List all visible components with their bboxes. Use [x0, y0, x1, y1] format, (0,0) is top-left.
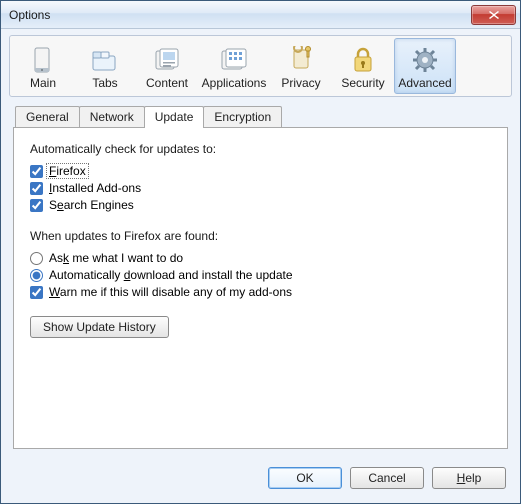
ok-button[interactable]: OK [268, 467, 342, 489]
toolbar-advanced-label: Advanced [398, 76, 451, 90]
tabstrip: General Network Update Encryption [13, 106, 508, 128]
toolbar-content-label: Content [146, 76, 188, 90]
help-button[interactable]: Help [432, 467, 506, 489]
tabs-area: General Network Update Encryption Automa… [13, 105, 508, 449]
toolbar-applications[interactable]: Applications [198, 38, 270, 94]
toolbar-advanced[interactable]: Advanced [394, 38, 456, 94]
security-icon [347, 45, 379, 75]
window-title: Options [9, 8, 471, 22]
tab-network[interactable]: Network [79, 106, 145, 128]
tabs-icon [89, 45, 121, 75]
toolbar-tabs-label: Tabs [92, 76, 117, 90]
check-search[interactable] [30, 199, 43, 212]
toolbar-security-label: Security [341, 76, 384, 90]
toolbar-main-label: Main [30, 76, 56, 90]
check-firefox-label[interactable]: Firefox [49, 164, 89, 178]
warn-disable[interactable] [30, 286, 43, 299]
radio-auto[interactable] [30, 269, 43, 282]
toolbar-content[interactable]: Content [136, 38, 198, 94]
cancel-button[interactable]: Cancel [350, 467, 424, 489]
radio-ask[interactable] [30, 252, 43, 265]
check-firefox[interactable] [30, 165, 43, 178]
radio-auto-row: Automatically download and install the u… [30, 268, 491, 282]
applications-icon [218, 45, 250, 75]
category-toolbar: Main Tabs Content Applications [12, 38, 509, 94]
check-addons[interactable] [30, 182, 43, 195]
toolbar-security[interactable]: Security [332, 38, 394, 94]
content-icon [151, 45, 183, 75]
check-firefox-row: Firefox [30, 164, 491, 178]
toolbar-privacy[interactable]: Privacy [270, 38, 332, 94]
auto-check-label: Automatically check for updates to: [30, 142, 491, 156]
toolbar-privacy-label: Privacy [281, 76, 320, 90]
found-label: When updates to Firefox are found: [30, 229, 491, 243]
toolbar-main[interactable]: Main [12, 38, 74, 94]
options-window: Options Main Tabs [0, 0, 521, 504]
close-icon [489, 11, 499, 19]
show-update-history-button[interactable]: Show Update History [30, 316, 169, 338]
check-addons-row: Installed Add-ons [30, 181, 491, 195]
advanced-icon [409, 45, 441, 75]
titlebar: Options [1, 1, 520, 29]
warn-disable-label[interactable]: Warn me if this will disable any of my a… [49, 285, 292, 299]
tab-encryption[interactable]: Encryption [203, 106, 282, 128]
dialog-footer: OK Cancel Help [268, 467, 506, 489]
privacy-icon [285, 45, 317, 75]
close-button[interactable] [471, 5, 516, 25]
toolbar-tabs[interactable]: Tabs [74, 38, 136, 94]
warn-disable-row: Warn me if this will disable any of my a… [30, 285, 491, 299]
category-toolbar-frame: Main Tabs Content Applications [9, 35, 512, 97]
tab-update[interactable]: Update [144, 106, 205, 128]
toolbar-applications-label: Applications [202, 76, 267, 90]
main-icon [27, 45, 59, 75]
check-search-row: Search Engines [30, 198, 491, 212]
radio-ask-label[interactable]: Ask me what I want to do [49, 251, 183, 265]
radio-ask-row: Ask me what I want to do [30, 251, 491, 265]
update-panel: Automatically check for updates to: Fire… [13, 127, 508, 449]
tab-general[interactable]: General [15, 106, 80, 128]
check-search-label[interactable]: Search Engines [49, 198, 134, 212]
radio-auto-label[interactable]: Automatically download and install the u… [49, 268, 293, 282]
check-addons-label[interactable]: Installed Add-ons [49, 181, 141, 195]
